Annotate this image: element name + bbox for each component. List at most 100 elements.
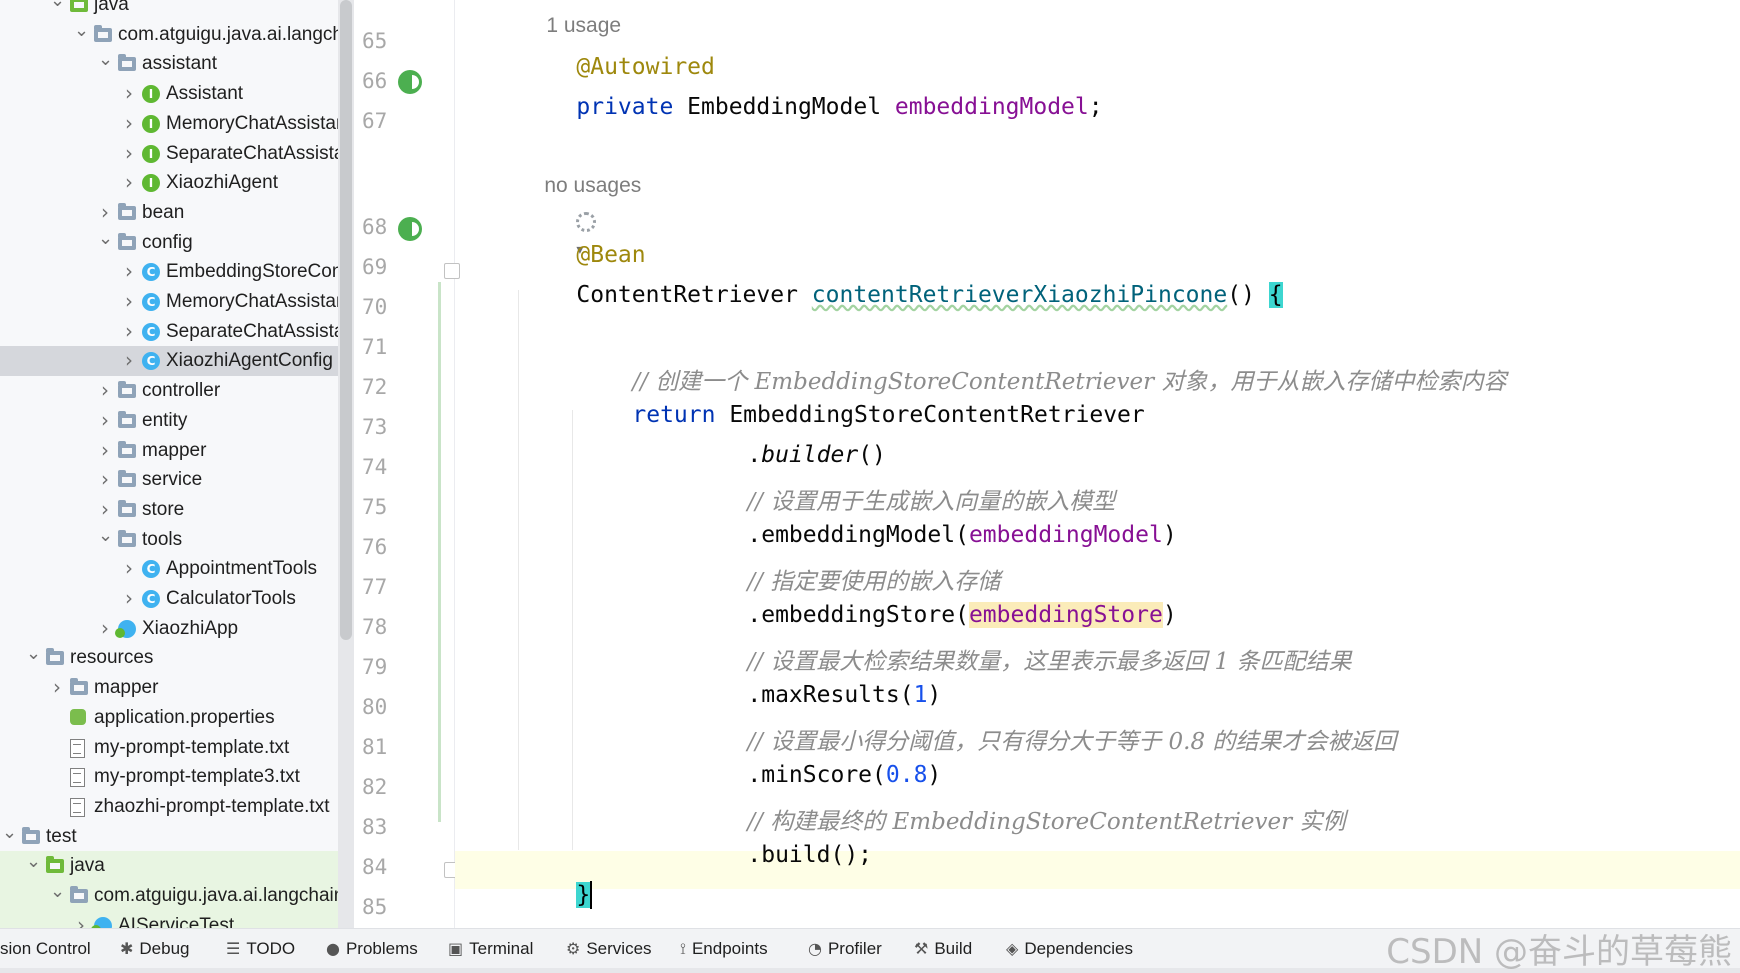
chevron-down-icon[interactable]: ⌄ [98, 45, 113, 75]
tool-window-build[interactable]: ⚒ Build [914, 929, 972, 969]
tree-item[interactable]: › C MemoryChatAssistantConfig [0, 287, 354, 317]
line-number[interactable]: 65 [362, 29, 406, 53]
chevron-down-icon[interactable]: ⌄ [26, 847, 41, 877]
line-number[interactable]: 81 [362, 735, 406, 759]
tree-item[interactable]: ⌄ tools [0, 525, 338, 555]
project-tree[interactable]: ⌄ java ⌄ com.atguigu.java.ai.langchain ⌄ assi… [0, 0, 354, 928]
chevron-right-icon[interactable]: › [122, 287, 136, 317]
tree-item[interactable]: › I XiaozhiAgent [0, 168, 338, 198]
code-line-84[interactable]: } [521, 855, 1740, 935]
line-number[interactable]: 75 [362, 495, 406, 519]
line-number[interactable]: 79 [362, 655, 406, 679]
chevron-right-icon[interactable]: › [122, 79, 136, 109]
line-number[interactable]: 71 [362, 335, 406, 359]
chevron-right-icon[interactable]: › [122, 139, 136, 169]
tool-window-todo[interactable]: ☰ TODO [226, 929, 295, 969]
chevron-down-icon[interactable]: ⌄ [2, 818, 17, 848]
chevron-right-icon[interactable]: › [122, 168, 136, 198]
tree-item[interactable]: ⌄ assistant [0, 49, 338, 79]
tool-window-dependencies[interactable]: ◈ Dependencies [1006, 929, 1133, 969]
scrollbar-thumb[interactable] [340, 0, 352, 640]
line-number[interactable]: 78 [362, 615, 406, 639]
folder-icon [70, 678, 88, 696]
chevron-right-icon[interactable]: › [98, 465, 112, 495]
tree-item[interactable]: › mapper [0, 436, 338, 466]
tree-item[interactable]: › C AppointmentTools [0, 554, 338, 584]
tool-window-sion-control[interactable]: sion Control [0, 929, 91, 969]
chevron-down-icon[interactable]: ⌄ [50, 0, 65, 16]
chevron-right-icon[interactable]: › [98, 436, 112, 466]
chevron-right-icon[interactable]: › [122, 317, 136, 347]
line-number[interactable]: 72 [362, 375, 406, 399]
tool-window-problems[interactable]: ● Problems [326, 929, 418, 969]
code-editor[interactable]: 1 usage @Autowired private EmbeddingMode… [455, 0, 1740, 928]
line-number[interactable]: 67 [362, 109, 406, 133]
vcs-change-marker[interactable] [438, 282, 441, 822]
type-name: EmbeddingModel [673, 94, 895, 120]
chevron-right-icon[interactable]: › [50, 673, 64, 703]
line-number[interactable]: 73 [362, 415, 406, 439]
tool-window-endpoints[interactable]: ⟟ Endpoints [680, 929, 768, 969]
tool-window-services[interactable]: ⚙ Services [566, 929, 652, 969]
line-number[interactable]: 83 [362, 815, 406, 839]
tree-item[interactable]: application.properties [0, 703, 338, 733]
tree-item[interactable]: ⌄ com.atguigu.java.ai.langchain [0, 881, 344, 911]
tree-item[interactable]: › bean [0, 198, 338, 228]
tree-item-label: service [142, 469, 203, 491]
chevron-down-icon[interactable]: ⌄ [50, 877, 65, 907]
tree-item[interactable]: ⌄ resources [0, 643, 338, 673]
chevron-right-icon[interactable]: › [98, 376, 112, 406]
tree-item[interactable]: › mapper [0, 673, 338, 703]
tree-item[interactable]: › AIServiceTest [0, 910, 338, 928]
tree-item[interactable]: › C EmbeddingStoreConfig [0, 257, 354, 287]
line-number[interactable]: 85 [362, 895, 406, 919]
line-number[interactable]: 82 [362, 775, 406, 799]
chevron-down-icon[interactable]: ⌄ [26, 639, 41, 669]
tree-scrollbar[interactable] [338, 0, 354, 928]
tree-item[interactable]: › I Assistant [0, 79, 338, 109]
code-line-69[interactable]: ContentRetriever contentRetrieverXiaozhi… [521, 256, 1740, 334]
tree-item[interactable]: ⌄ config [0, 228, 338, 258]
line-number[interactable]: 77 [362, 575, 406, 599]
tree-item[interactable]: › entity [0, 406, 338, 436]
line-number[interactable]: 76 [362, 535, 406, 559]
chevron-right-icon[interactable]: › [98, 406, 112, 436]
tree-item[interactable]: › C CalculatorTools [0, 584, 338, 614]
tree-item[interactable]: ⌄ test [0, 822, 338, 852]
chevron-right-icon[interactable]: › [98, 614, 112, 644]
tool-window-debug[interactable]: ✱ Debug [120, 929, 190, 969]
line-number[interactable]: 84 [362, 855, 406, 879]
chevron-down-icon[interactable]: ⌄ [74, 16, 89, 46]
chevron-right-icon[interactable]: › [122, 109, 136, 139]
chevron-down-icon[interactable]: ⌄ [98, 224, 113, 254]
method-name[interactable]: contentRetrieverXiaozhiPincone [812, 282, 1227, 308]
tree-item[interactable]: zhaozhi-prompt-template.txt [0, 792, 338, 822]
tree-item[interactable]: › XiaozhiApp [0, 614, 338, 644]
chevron-right-icon[interactable]: › [74, 911, 88, 928]
tree-item[interactable]: › C XiaozhiAgentConfig [0, 346, 338, 377]
tree-item[interactable]: › store [0, 495, 338, 525]
line-number[interactable]: 80 [362, 695, 406, 719]
tree-item[interactable]: › controller [0, 376, 338, 406]
chevron-right-icon[interactable]: › [122, 584, 136, 614]
tool-window-terminal[interactable]: ▣ Terminal [448, 929, 533, 969]
tree-item[interactable]: ⌄ java [0, 0, 338, 20]
line-number[interactable]: 74 [362, 455, 406, 479]
spring-bean-gutter-icon[interactable] [398, 217, 422, 241]
spring-bean-gutter-icon[interactable] [398, 70, 422, 94]
tree-item[interactable]: ⌄ com.atguigu.java.ai.langchain [0, 20, 354, 50]
tree-item[interactable]: › I MemoryChatAssistant [0, 109, 352, 139]
tree-item[interactable]: my-prompt-template3.txt [0, 762, 338, 792]
line-number[interactable]: 69 [362, 255, 406, 279]
chevron-right-icon[interactable]: › [122, 257, 136, 287]
tree-item[interactable]: my-prompt-template.txt [0, 733, 338, 763]
chevron-down-icon[interactable]: ⌄ [98, 521, 113, 551]
tree-item[interactable]: › C SeparateChatAssistantConfig [0, 317, 354, 347]
line-number[interactable]: 70 [362, 295, 406, 319]
chevron-right-icon[interactable]: › [122, 554, 136, 584]
code-line-66[interactable]: private EmbeddingModel embeddingModel; [521, 68, 1740, 146]
chevron-right-icon[interactable]: › [122, 346, 136, 376]
tree-item[interactable]: › service [0, 465, 338, 495]
tree-item[interactable]: › I SeparateChatAssistant [0, 139, 354, 169]
tool-window-profiler[interactable]: ◔ Profiler [808, 929, 882, 969]
